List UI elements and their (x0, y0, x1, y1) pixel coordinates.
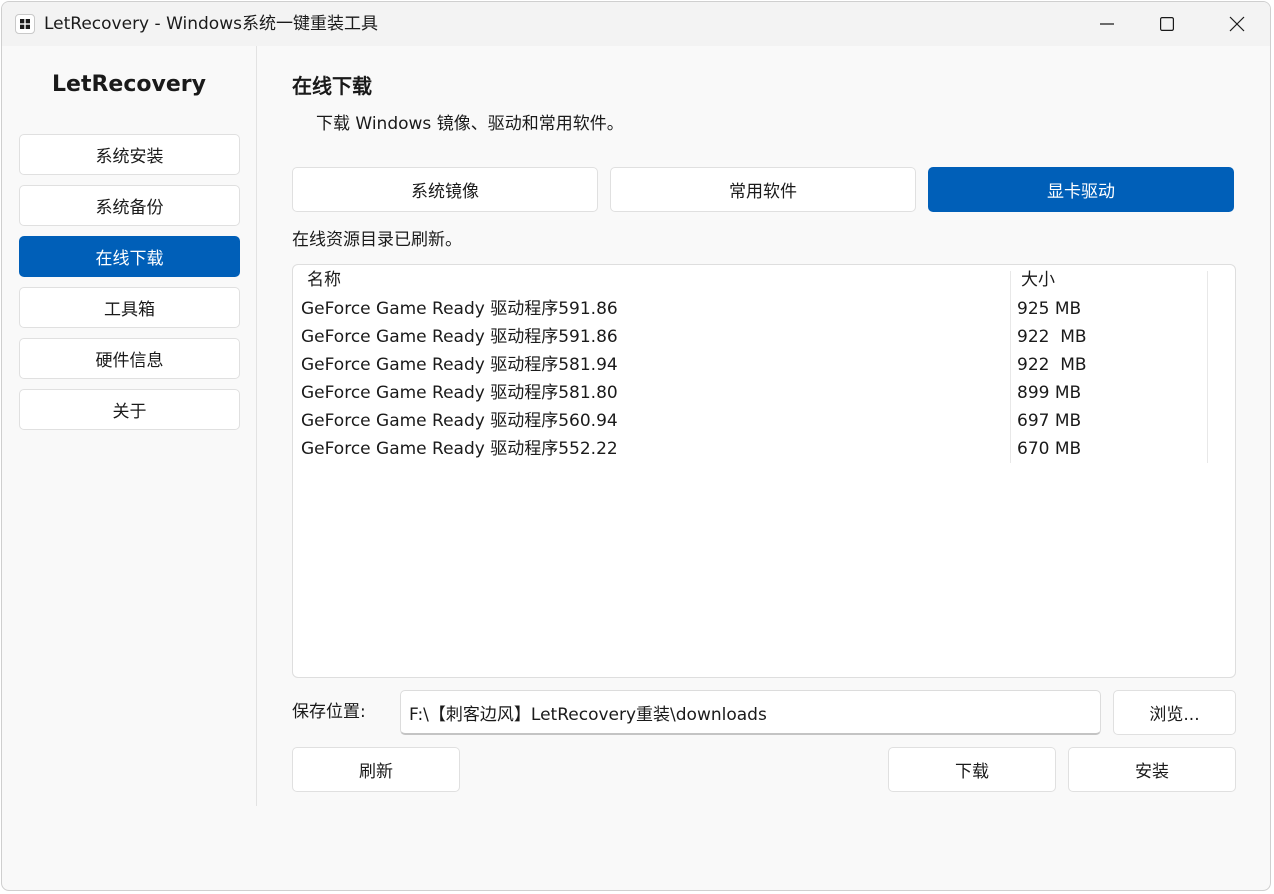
table-row[interactable]: GeForce Game Ready 驱动程序581.80 899 MB (293, 379, 1235, 407)
tab-gpu-driver[interactable]: 显卡驱动 (928, 167, 1234, 212)
driver-list[interactable]: 名称 大小 GeForce Game Ready 驱动程序591.86 925 … (292, 264, 1236, 678)
table-row[interactable]: GeForce Game Ready 驱动程序581.94 922 MB (293, 351, 1235, 379)
row-name: GeForce Game Ready 驱动程序581.80 (301, 383, 618, 403)
tab-common-software[interactable]: 常用软件 (610, 167, 916, 212)
row-name: GeForce Game Ready 驱动程序560.94 (301, 411, 618, 431)
sidebar-item-hardware-info[interactable]: 硬件信息 (19, 338, 240, 379)
close-button[interactable] (1202, 2, 1270, 46)
sidebar-item-toolbox[interactable]: 工具箱 (19, 287, 240, 328)
column-header-size[interactable]: 大小 (1021, 269, 1055, 291)
app-logo-icon (15, 14, 35, 34)
table-row[interactable]: GeForce Game Ready 驱动程序560.94 697 MB (293, 407, 1235, 435)
browse-button[interactable]: 浏览... (1113, 690, 1236, 735)
sidebar-item-system-backup[interactable]: 系统备份 (19, 185, 240, 226)
install-button[interactable]: 安装 (1068, 747, 1236, 792)
app-window: LetRecovery - Windows系统一键重装工具 LetRecover… (1, 1, 1271, 891)
maximize-icon (1160, 17, 1174, 31)
save-path-input[interactable] (400, 690, 1101, 735)
refresh-button[interactable]: 刷新 (292, 747, 460, 792)
row-size: 697 MB (1017, 411, 1082, 431)
row-name: GeForce Game Ready 驱动程序581.94 (301, 355, 618, 375)
list-header: 名称 大小 (293, 265, 1235, 295)
sidebar-item-system-install[interactable]: 系统安装 (19, 134, 240, 175)
table-row[interactable]: GeForce Game Ready 驱动程序591.86 922 MB (293, 323, 1235, 351)
title-bar[interactable]: LetRecovery - Windows系统一键重装工具 (2, 2, 1270, 46)
row-name: GeForce Game Ready 驱动程序591.86 (301, 299, 618, 319)
sidebar-item-about[interactable]: 关于 (19, 389, 240, 430)
row-size: 922 MB (1017, 327, 1087, 347)
row-name: GeForce Game Ready 驱动程序591.86 (301, 327, 618, 347)
page-title: 在线下载 (292, 74, 372, 98)
row-name: GeForce Game Ready 驱动程序552.22 (301, 439, 618, 459)
row-size: 670 MB (1017, 439, 1082, 459)
maximize-button[interactable] (1132, 2, 1202, 46)
window-title: LetRecovery - Windows系统一键重装工具 (44, 14, 378, 34)
table-row[interactable]: GeForce Game Ready 驱动程序552.22 670 MB (293, 435, 1235, 463)
column-header-name[interactable]: 名称 (307, 269, 341, 291)
row-size: 899 MB (1017, 383, 1082, 403)
minimize-icon (1100, 23, 1114, 25)
row-size: 925 MB (1017, 299, 1082, 319)
page-subtitle: 下载 Windows 镜像、驱动和常用软件。 (316, 114, 624, 134)
download-button[interactable]: 下载 (888, 747, 1056, 792)
sidebar-app-name: LetRecovery (52, 72, 206, 97)
close-icon (1229, 16, 1245, 32)
status-message: 在线资源目录已刷新。 (292, 230, 462, 250)
sidebar-item-online-download[interactable]: 在线下载 (19, 236, 240, 277)
save-location-label: 保存位置: (292, 702, 366, 722)
table-row[interactable]: GeForce Game Ready 驱动程序591.86 925 MB (293, 295, 1235, 323)
tab-system-image[interactable]: 系统镜像 (292, 167, 598, 212)
row-size: 922 MB (1017, 355, 1087, 375)
sidebar: LetRecovery 系统安装 系统备份 在线下载 工具箱 硬件信息 关于 (2, 46, 257, 806)
